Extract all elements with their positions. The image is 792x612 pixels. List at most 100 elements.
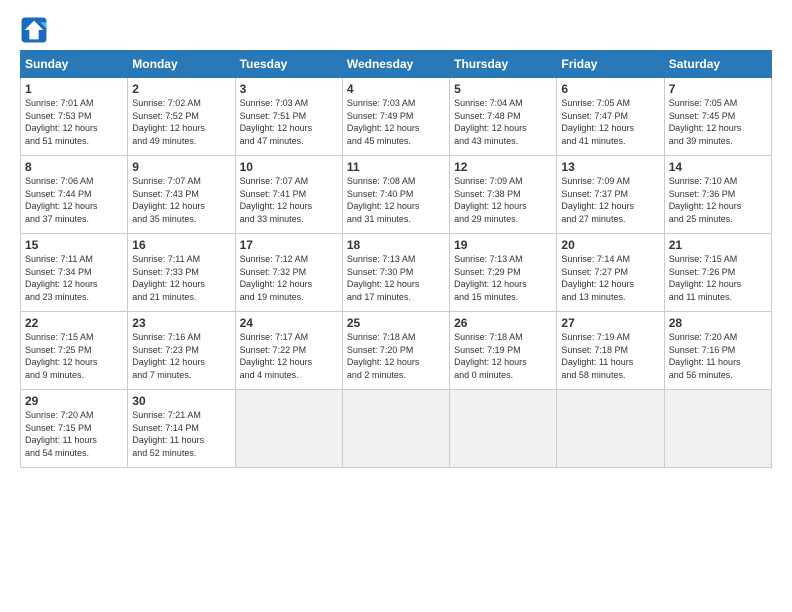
col-header-tuesday: Tuesday xyxy=(235,51,342,78)
day-info: Sunrise: 7:20 AM Sunset: 7:16 PM Dayligh… xyxy=(669,331,767,381)
day-info: Sunrise: 7:13 AM Sunset: 7:29 PM Dayligh… xyxy=(454,253,552,303)
day-cell: 30Sunrise: 7:21 AM Sunset: 7:14 PM Dayli… xyxy=(128,390,235,468)
day-cell: 13Sunrise: 7:09 AM Sunset: 7:37 PM Dayli… xyxy=(557,156,664,234)
day-cell: 25Sunrise: 7:18 AM Sunset: 7:20 PM Dayli… xyxy=(342,312,449,390)
day-number: 18 xyxy=(347,238,445,252)
day-number: 11 xyxy=(347,160,445,174)
day-info: Sunrise: 7:11 AM Sunset: 7:33 PM Dayligh… xyxy=(132,253,230,303)
logo-icon xyxy=(20,16,48,44)
day-info: Sunrise: 7:18 AM Sunset: 7:20 PM Dayligh… xyxy=(347,331,445,381)
day-info: Sunrise: 7:09 AM Sunset: 7:38 PM Dayligh… xyxy=(454,175,552,225)
day-number: 29 xyxy=(25,394,123,408)
day-number: 25 xyxy=(347,316,445,330)
day-cell: 17Sunrise: 7:12 AM Sunset: 7:32 PM Dayli… xyxy=(235,234,342,312)
day-number: 4 xyxy=(347,82,445,96)
day-info: Sunrise: 7:11 AM Sunset: 7:34 PM Dayligh… xyxy=(25,253,123,303)
day-info: Sunrise: 7:05 AM Sunset: 7:47 PM Dayligh… xyxy=(561,97,659,147)
day-cell: 5Sunrise: 7:04 AM Sunset: 7:48 PM Daylig… xyxy=(450,78,557,156)
day-number: 6 xyxy=(561,82,659,96)
day-number: 14 xyxy=(669,160,767,174)
day-cell: 22Sunrise: 7:15 AM Sunset: 7:25 PM Dayli… xyxy=(21,312,128,390)
day-cell: 20Sunrise: 7:14 AM Sunset: 7:27 PM Dayli… xyxy=(557,234,664,312)
day-cell: 12Sunrise: 7:09 AM Sunset: 7:38 PM Dayli… xyxy=(450,156,557,234)
day-cell: 10Sunrise: 7:07 AM Sunset: 7:41 PM Dayli… xyxy=(235,156,342,234)
day-number: 8 xyxy=(25,160,123,174)
day-number: 22 xyxy=(25,316,123,330)
day-info: Sunrise: 7:04 AM Sunset: 7:48 PM Dayligh… xyxy=(454,97,552,147)
day-info: Sunrise: 7:14 AM Sunset: 7:27 PM Dayligh… xyxy=(561,253,659,303)
day-cell: 8Sunrise: 7:06 AM Sunset: 7:44 PM Daylig… xyxy=(21,156,128,234)
day-info: Sunrise: 7:19 AM Sunset: 7:18 PM Dayligh… xyxy=(561,331,659,381)
day-number: 12 xyxy=(454,160,552,174)
day-number: 19 xyxy=(454,238,552,252)
day-number: 1 xyxy=(25,82,123,96)
day-info: Sunrise: 7:09 AM Sunset: 7:37 PM Dayligh… xyxy=(561,175,659,225)
col-header-thursday: Thursday xyxy=(450,51,557,78)
logo xyxy=(20,16,52,44)
day-info: Sunrise: 7:02 AM Sunset: 7:52 PM Dayligh… xyxy=(132,97,230,147)
day-cell xyxy=(450,390,557,468)
day-info: Sunrise: 7:17 AM Sunset: 7:22 PM Dayligh… xyxy=(240,331,338,381)
day-info: Sunrise: 7:05 AM Sunset: 7:45 PM Dayligh… xyxy=(669,97,767,147)
day-cell: 14Sunrise: 7:10 AM Sunset: 7:36 PM Dayli… xyxy=(664,156,771,234)
day-cell xyxy=(235,390,342,468)
day-cell: 23Sunrise: 7:16 AM Sunset: 7:23 PM Dayli… xyxy=(128,312,235,390)
day-info: Sunrise: 7:12 AM Sunset: 7:32 PM Dayligh… xyxy=(240,253,338,303)
day-info: Sunrise: 7:08 AM Sunset: 7:40 PM Dayligh… xyxy=(347,175,445,225)
day-number: 16 xyxy=(132,238,230,252)
col-header-saturday: Saturday xyxy=(664,51,771,78)
day-cell: 24Sunrise: 7:17 AM Sunset: 7:22 PM Dayli… xyxy=(235,312,342,390)
day-number: 15 xyxy=(25,238,123,252)
week-row-5: 29Sunrise: 7:20 AM Sunset: 7:15 PM Dayli… xyxy=(21,390,772,468)
calendar-table: SundayMondayTuesdayWednesdayThursdayFrid… xyxy=(20,50,772,468)
day-cell: 4Sunrise: 7:03 AM Sunset: 7:49 PM Daylig… xyxy=(342,78,449,156)
day-info: Sunrise: 7:18 AM Sunset: 7:19 PM Dayligh… xyxy=(454,331,552,381)
day-number: 13 xyxy=(561,160,659,174)
col-header-friday: Friday xyxy=(557,51,664,78)
day-number: 20 xyxy=(561,238,659,252)
col-header-wednesday: Wednesday xyxy=(342,51,449,78)
day-cell: 15Sunrise: 7:11 AM Sunset: 7:34 PM Dayli… xyxy=(21,234,128,312)
day-cell: 18Sunrise: 7:13 AM Sunset: 7:30 PM Dayli… xyxy=(342,234,449,312)
day-cell: 26Sunrise: 7:18 AM Sunset: 7:19 PM Dayli… xyxy=(450,312,557,390)
day-cell: 6Sunrise: 7:05 AM Sunset: 7:47 PM Daylig… xyxy=(557,78,664,156)
day-number: 9 xyxy=(132,160,230,174)
day-cell xyxy=(557,390,664,468)
day-number: 27 xyxy=(561,316,659,330)
day-info: Sunrise: 7:03 AM Sunset: 7:49 PM Dayligh… xyxy=(347,97,445,147)
day-number: 26 xyxy=(454,316,552,330)
col-header-monday: Monday xyxy=(128,51,235,78)
day-info: Sunrise: 7:16 AM Sunset: 7:23 PM Dayligh… xyxy=(132,331,230,381)
day-number: 5 xyxy=(454,82,552,96)
day-info: Sunrise: 7:15 AM Sunset: 7:25 PM Dayligh… xyxy=(25,331,123,381)
day-info: Sunrise: 7:15 AM Sunset: 7:26 PM Dayligh… xyxy=(669,253,767,303)
day-info: Sunrise: 7:07 AM Sunset: 7:43 PM Dayligh… xyxy=(132,175,230,225)
day-number: 28 xyxy=(669,316,767,330)
day-cell: 1Sunrise: 7:01 AM Sunset: 7:53 PM Daylig… xyxy=(21,78,128,156)
day-cell: 28Sunrise: 7:20 AM Sunset: 7:16 PM Dayli… xyxy=(664,312,771,390)
day-info: Sunrise: 7:06 AM Sunset: 7:44 PM Dayligh… xyxy=(25,175,123,225)
day-cell: 11Sunrise: 7:08 AM Sunset: 7:40 PM Dayli… xyxy=(342,156,449,234)
day-number: 10 xyxy=(240,160,338,174)
day-cell: 9Sunrise: 7:07 AM Sunset: 7:43 PM Daylig… xyxy=(128,156,235,234)
day-number: 2 xyxy=(132,82,230,96)
day-cell: 27Sunrise: 7:19 AM Sunset: 7:18 PM Dayli… xyxy=(557,312,664,390)
day-info: Sunrise: 7:03 AM Sunset: 7:51 PM Dayligh… xyxy=(240,97,338,147)
day-info: Sunrise: 7:13 AM Sunset: 7:30 PM Dayligh… xyxy=(347,253,445,303)
day-cell: 16Sunrise: 7:11 AM Sunset: 7:33 PM Dayli… xyxy=(128,234,235,312)
day-cell: 29Sunrise: 7:20 AM Sunset: 7:15 PM Dayli… xyxy=(21,390,128,468)
day-number: 21 xyxy=(669,238,767,252)
day-cell xyxy=(664,390,771,468)
week-row-2: 8Sunrise: 7:06 AM Sunset: 7:44 PM Daylig… xyxy=(21,156,772,234)
day-info: Sunrise: 7:01 AM Sunset: 7:53 PM Dayligh… xyxy=(25,97,123,147)
day-cell: 21Sunrise: 7:15 AM Sunset: 7:26 PM Dayli… xyxy=(664,234,771,312)
day-cell: 2Sunrise: 7:02 AM Sunset: 7:52 PM Daylig… xyxy=(128,78,235,156)
col-header-sunday: Sunday xyxy=(21,51,128,78)
day-cell: 3Sunrise: 7:03 AM Sunset: 7:51 PM Daylig… xyxy=(235,78,342,156)
page: SundayMondayTuesdayWednesdayThursdayFrid… xyxy=(0,0,792,478)
week-row-4: 22Sunrise: 7:15 AM Sunset: 7:25 PM Dayli… xyxy=(21,312,772,390)
day-cell: 7Sunrise: 7:05 AM Sunset: 7:45 PM Daylig… xyxy=(664,78,771,156)
week-row-3: 15Sunrise: 7:11 AM Sunset: 7:34 PM Dayli… xyxy=(21,234,772,312)
day-info: Sunrise: 7:10 AM Sunset: 7:36 PM Dayligh… xyxy=(669,175,767,225)
day-info: Sunrise: 7:20 AM Sunset: 7:15 PM Dayligh… xyxy=(25,409,123,459)
